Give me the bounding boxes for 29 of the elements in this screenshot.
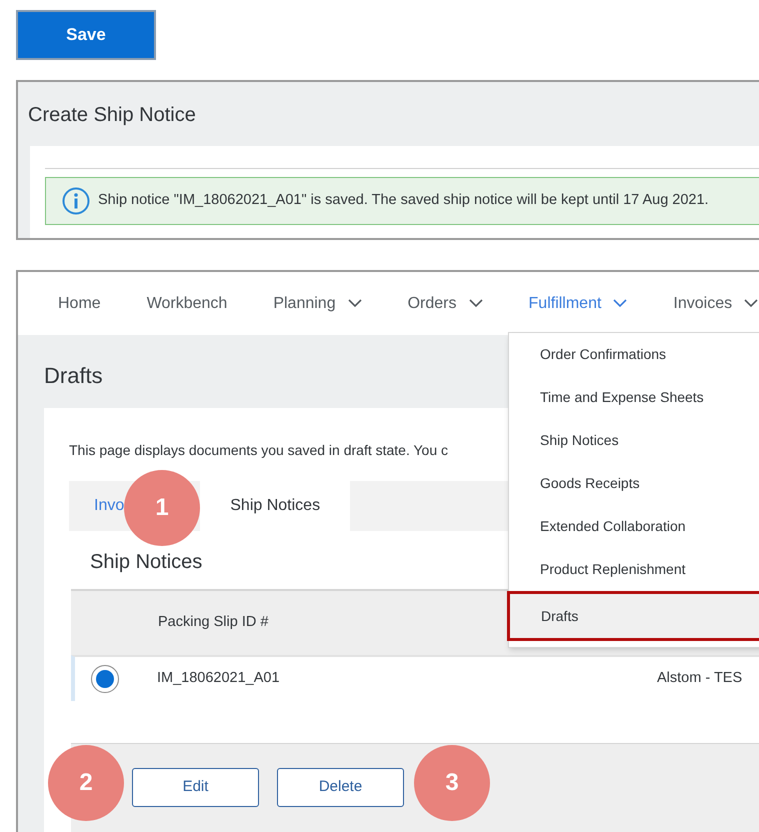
menu-item[interactable]: Order Confirmations xyxy=(509,333,759,376)
save-button[interactable]: Save xyxy=(16,10,156,60)
column-header: Packing Slip ID # xyxy=(158,613,268,632)
menu-item[interactable]: Drafts xyxy=(507,591,759,641)
panel-title: Create Ship Notice xyxy=(27,103,197,128)
tab[interactable]: Invo xyxy=(69,481,126,531)
tab[interactable]: Ship Notices xyxy=(200,481,350,531)
radio-button[interactable] xyxy=(91,665,119,693)
message-text: Ship notice "IM_18062021_A01" is saved. The saved ship notice will be kept until 17 Aug 2021. xyxy=(98,191,709,210)
section-title: Ship Notices xyxy=(90,550,202,575)
nav-link[interactable]: Invoices xyxy=(673,292,758,316)
table-cell-text: IM_18062021_A01 xyxy=(157,669,281,688)
info-icon xyxy=(62,187,90,215)
nav-link[interactable]: Orders xyxy=(408,292,483,316)
page-title: Drafts xyxy=(44,362,103,390)
table-row[interactable]: IM_18062021_A01 Alstom - TES xyxy=(71,655,759,701)
menu-item[interactable]: Time and Expense Sheets xyxy=(509,376,759,419)
nav-link[interactable]: Planning xyxy=(273,292,362,316)
menu-item[interactable]: Extended Collaboration xyxy=(509,505,759,548)
table-cell-text: Alstom - TES xyxy=(657,669,742,688)
nav-link[interactable]: Fulfillment xyxy=(528,292,628,316)
page-description: This page displays documents you saved in draft state. You c xyxy=(69,441,450,460)
menu-item[interactable]: Product Replenishment xyxy=(509,548,759,591)
menu-item[interactable]: Goods Receipts xyxy=(509,462,759,505)
menu-item[interactable]: Ship Notices xyxy=(509,419,759,462)
action-button[interactable]: Edit xyxy=(132,768,259,807)
action-button[interactable]: Delete xyxy=(277,768,404,807)
nav-link[interactable]: Home xyxy=(58,292,101,316)
nav-link[interactable]: Workbench xyxy=(146,292,228,316)
